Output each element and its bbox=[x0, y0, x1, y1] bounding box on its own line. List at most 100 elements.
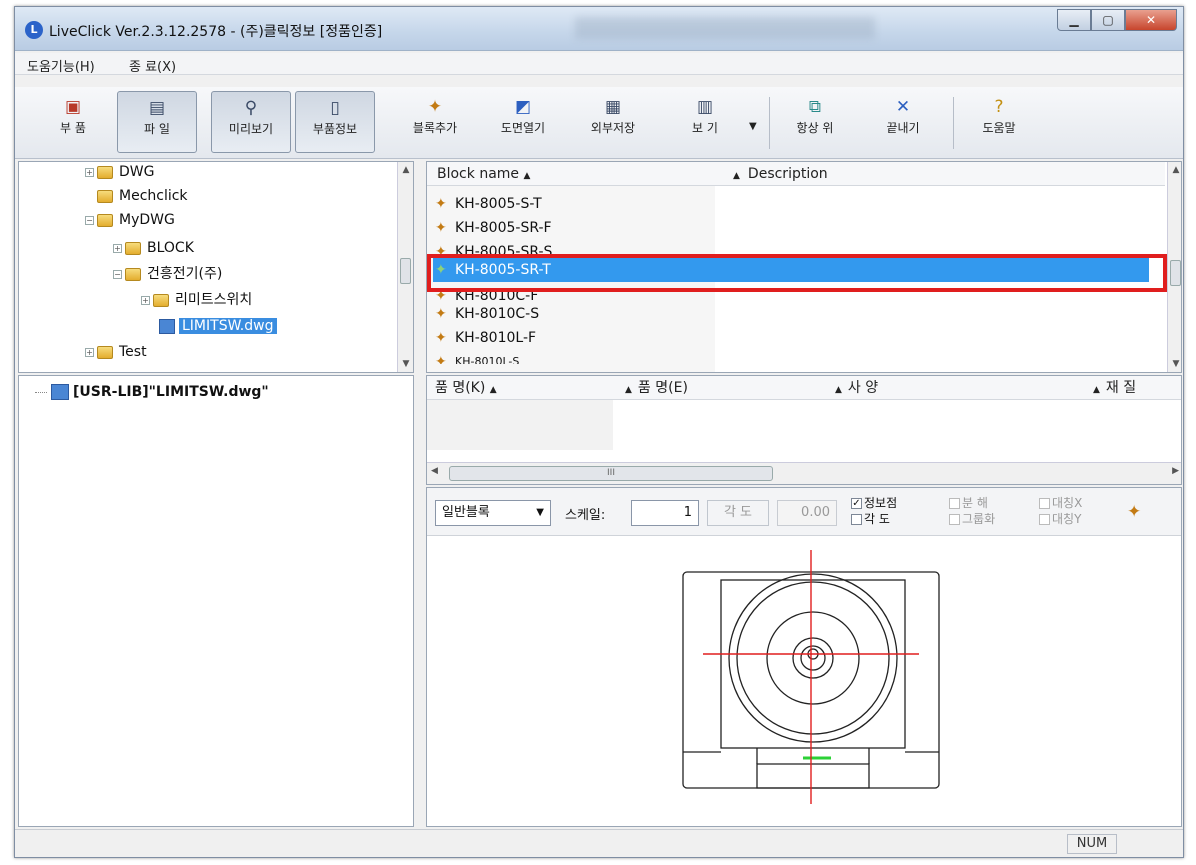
save-external-button[interactable]: ▦ 외부저장 bbox=[573, 91, 653, 153]
tree-item-block[interactable]: + BLOCK bbox=[113, 238, 194, 258]
scroll-thumb[interactable] bbox=[400, 258, 411, 284]
block-row-selected[interactable]: ✦ KH-8005-SR-T bbox=[433, 258, 1149, 282]
file-button[interactable]: ▤ 파 일 bbox=[117, 91, 197, 153]
parts-button[interactable]: ▣ 부 품 bbox=[33, 91, 113, 153]
block-type-select[interactable]: 일반블록 ▼ bbox=[435, 500, 551, 526]
maximize-button[interactable]: ▢ bbox=[1091, 9, 1125, 31]
block-icon: ✦ bbox=[435, 220, 447, 236]
folder-icon bbox=[97, 213, 113, 227]
parts-grid: 품 명(K) ▲ ▲ 품 명(E) ▲ 사 양 ▲ 재 질 ◀ III ▶ bbox=[426, 375, 1182, 485]
menu-help[interactable]: 도움기능(H) bbox=[27, 56, 95, 75]
parts-grid-row bbox=[427, 400, 613, 450]
column-header-description[interactable]: ▲ Description bbox=[715, 162, 1165, 186]
tree-item-dwg[interactable]: + DWG bbox=[85, 162, 154, 182]
view-button[interactable]: ▥ 보 기 bbox=[665, 91, 745, 153]
scale-input[interactable]: 1 bbox=[631, 500, 699, 526]
column-header-material[interactable]: ▲ 재 질 bbox=[1073, 376, 1181, 400]
scroll-left-icon[interactable]: ◀ bbox=[431, 466, 438, 476]
checkbox-label: 대칭Y bbox=[1052, 512, 1082, 526]
part-info-button[interactable]: ▯ 부품정보 bbox=[295, 91, 375, 153]
close-button[interactable]: ✕ bbox=[1125, 9, 1177, 31]
checkbox-checked-icon: ✓ bbox=[851, 498, 862, 509]
scroll-thumb[interactable] bbox=[1170, 260, 1181, 286]
tree-scrollbar[interactable]: ▲ ▼ bbox=[397, 162, 413, 372]
angle-input[interactable]: 0.00 bbox=[777, 500, 837, 526]
mirror-x-checkbox[interactable]: 대칭X bbox=[1039, 496, 1082, 510]
info-point-checkbox[interactable]: ✓ 정보점 bbox=[851, 496, 897, 510]
app-logo-icon: L bbox=[25, 21, 43, 39]
block-name: KH-8010C-S bbox=[455, 306, 540, 322]
angle-checkbox[interactable]: 각 도 bbox=[851, 512, 890, 526]
column-header-label: 품 명(E) bbox=[637, 380, 688, 396]
open-drawing-button-label: 도면열기 bbox=[500, 121, 546, 135]
menu-exit[interactable]: 종 료(X) bbox=[129, 56, 176, 75]
block-row[interactable]: ✦ KH-8005-SR-S bbox=[435, 240, 552, 256]
collapse-icon[interactable]: − bbox=[85, 215, 94, 225]
always-on-top-button[interactable]: ⧉ 항상 위 bbox=[775, 91, 855, 153]
tree-item-limit-switch[interactable]: + 리미트스위치 bbox=[141, 290, 252, 310]
expand-icon[interactable]: + bbox=[113, 243, 122, 253]
save-icon: ▦ bbox=[604, 97, 622, 117]
column-header-name-en[interactable]: ▲ 품 명(E) bbox=[607, 376, 817, 400]
scroll-thumb[interactable]: III bbox=[449, 466, 773, 481]
tree-item-test[interactable]: + Test bbox=[85, 342, 147, 362]
column-header-spec[interactable]: ▲ 사 양 bbox=[817, 376, 1073, 400]
scroll-up-icon[interactable]: ▲ bbox=[1168, 162, 1181, 178]
expand-icon[interactable]: + bbox=[141, 295, 150, 305]
block-row[interactable]: ✦ KH-8010C-F bbox=[435, 284, 538, 300]
column-header-label: Description bbox=[747, 166, 828, 182]
block-row[interactable]: ✦ KH-8010L-S bbox=[435, 350, 519, 364]
add-block-button[interactable]: ✦ 블록추가 bbox=[395, 91, 475, 153]
block-list-scrollbar[interactable]: ▲ ▼ bbox=[1167, 162, 1181, 372]
block-name: KH-8005-SR-S bbox=[455, 244, 553, 256]
view-dropdown-arrow[interactable]: ▼ bbox=[749, 121, 757, 132]
open-drawing-button[interactable]: ◩ 도면열기 bbox=[483, 91, 563, 153]
library-node-label: [USR-LIB]"LIMITSW.dwg" bbox=[73, 384, 269, 400]
view-button-label: 보 기 bbox=[692, 121, 718, 135]
preview-button[interactable]: ⚲ 미리보기 bbox=[211, 91, 291, 153]
checkbox-icon bbox=[1039, 514, 1050, 525]
toolbar: ▣ 부 품 ▤ 파 일 ⚲ 미리보기 ▯ 부품정보 ✦ 블록추가 ◩ 도면열기 … bbox=[15, 87, 1183, 159]
mirror-y-checkbox[interactable]: 대칭Y bbox=[1039, 512, 1081, 526]
tree-item-company[interactable]: − 건흥전기(주) bbox=[113, 264, 222, 284]
column-header-name-kr[interactable]: 품 명(K) ▲ bbox=[427, 376, 607, 400]
block-row[interactable]: ✦ KH-8010C-S bbox=[435, 302, 539, 326]
block-row[interactable]: ✦ KH-8010L-F bbox=[435, 326, 536, 350]
small-circle bbox=[792, 637, 834, 679]
checkbox-label: 정보점 bbox=[864, 496, 898, 510]
scroll-right-icon[interactable]: ▶ bbox=[1172, 466, 1179, 476]
group-checkbox[interactable]: 그룹화 bbox=[949, 512, 995, 526]
minimize-button[interactable]: ▁ bbox=[1057, 9, 1091, 31]
toolbar-separator bbox=[953, 97, 954, 149]
title-bar[interactable]: L LiveClick Ver.2.3.12.2578 - (주)클릭정보 [정… bbox=[15, 7, 1183, 51]
file-button-label: 파 일 bbox=[144, 122, 170, 136]
library-node[interactable]: [USR-LIB]"LIMITSW.dwg" bbox=[35, 382, 269, 402]
insert-block-icon[interactable]: ✦ bbox=[1127, 502, 1141, 522]
parts-hscrollbar[interactable]: ◀ III ▶ bbox=[427, 462, 1181, 484]
folder-icon bbox=[125, 267, 141, 281]
tree-item-limitsw-dwg[interactable]: LIMITSW.dwg bbox=[159, 316, 277, 336]
collapse-icon[interactable]: − bbox=[113, 269, 122, 279]
expand-icon[interactable]: + bbox=[85, 167, 94, 177]
block-row[interactable]: ✦ KH-8005-SR-F bbox=[435, 216, 552, 240]
angle-button[interactable]: 각 도 bbox=[707, 500, 769, 526]
base-block bbox=[756, 763, 870, 789]
expand-icon[interactable]: + bbox=[85, 347, 94, 357]
scroll-down-icon[interactable]: ▼ bbox=[398, 356, 413, 372]
column-header-block-name[interactable]: Block name ▲ bbox=[427, 162, 715, 186]
scroll-down-icon[interactable]: ▼ bbox=[1168, 356, 1181, 372]
tree-item-label: LIMITSW.dwg bbox=[179, 318, 277, 334]
help-icon: ? bbox=[994, 97, 1004, 117]
exit-button[interactable]: ✕ 끝내기 bbox=[863, 91, 943, 153]
block-row[interactable]: ✦ KH-8005-S-T bbox=[435, 192, 542, 216]
tree-item-mydwg[interactable]: − MyDWG bbox=[85, 210, 175, 230]
tree-item-label: Mechclick bbox=[119, 188, 188, 204]
scroll-up-icon[interactable]: ▲ bbox=[398, 162, 413, 178]
document-icon: ▯ bbox=[330, 98, 340, 118]
help-button[interactable]: ? 도움말 bbox=[959, 91, 1039, 153]
drawing-preview bbox=[682, 550, 940, 804]
sort-asc-icon: ▲ bbox=[1093, 385, 1100, 395]
block-name: KH-8010C-F bbox=[455, 288, 539, 300]
explode-checkbox[interactable]: 분 해 bbox=[949, 496, 988, 510]
tree-item-mechclick[interactable]: Mechclick bbox=[97, 186, 188, 206]
